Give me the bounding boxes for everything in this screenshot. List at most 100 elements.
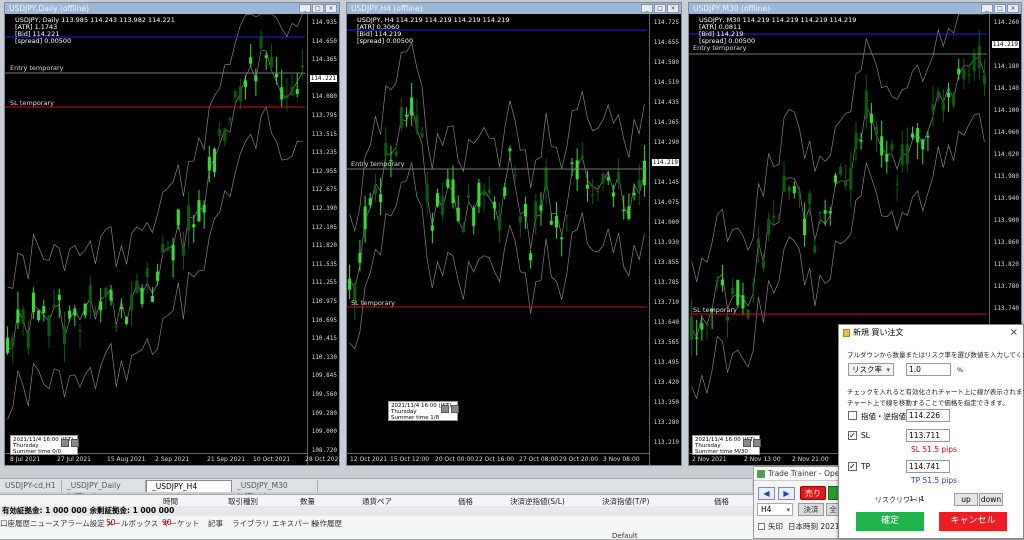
tab-alerts[interactable]: アラーム設定 [60, 518, 105, 529]
candle-body [259, 36, 263, 49]
tab-journal[interactable]: 操作履歴 [312, 518, 342, 529]
entry-line-label[interactable]: Entry temporary [10, 64, 64, 72]
sl-price-input[interactable] [906, 429, 950, 442]
candle-body [384, 142, 388, 157]
tab-usdjpy-m30[interactable]: _USDJPY_M30 (offline) [232, 480, 318, 501]
sell-button[interactable]: 売り [800, 486, 826, 500]
time-tick-label: 2 Sep 2021 [155, 456, 190, 463]
risk-value-input[interactable] [906, 363, 951, 376]
candle-body [295, 89, 299, 95]
candlestick-chart[interactable] [5, 14, 305, 454]
prev-bar-button[interactable] [441, 405, 449, 413]
risk-mode-select[interactable]: リスク率 [848, 363, 894, 376]
minimize-button[interactable]: _ [981, 4, 993, 13]
tp-price-input[interactable] [906, 460, 950, 473]
sl-line-label[interactable]: SL temporary [693, 306, 737, 314]
chart-plot-area[interactable] [5, 14, 339, 465]
next-arrow-button[interactable]: ▶ [778, 487, 795, 500]
close-button[interactable]: × [1007, 4, 1019, 13]
maximize-button[interactable]: □ [654, 4, 666, 13]
tab-articles[interactable]: 記事 [208, 518, 223, 529]
candle-body [977, 46, 981, 69]
candle-body [373, 187, 377, 194]
price-tick-label: 113.420 [653, 379, 679, 386]
limit-checkbox[interactable] [848, 411, 857, 420]
chart-window-titlebar[interactable]: USDJPY,M30 (offline) _ □ × [689, 3, 1021, 14]
close-icon[interactable]: × [1010, 325, 1018, 341]
candle-body [16, 309, 20, 323]
price-axis[interactable]: 114.725 114.655 114.580 114.510 114.435 114.3… [649, 14, 681, 465]
chart-window-daily[interactable]: USDJPY,Daily (offline) _ □ × USDJPY, Dai… [4, 2, 342, 466]
candle-body [394, 151, 398, 156]
dialog-note-1: チェックを入れると有効化されチャート上に線が表示されます。 [847, 388, 1024, 396]
candle-body [104, 287, 108, 298]
close-button[interactable]: × [325, 4, 337, 13]
prev-bar-button[interactable] [61, 439, 69, 447]
candle-body [83, 303, 87, 316]
chart-plot-area[interactable] [347, 14, 681, 465]
trade-trainer-panel: Trade Trainer - Operati ◀ ▶ 売り H4 決済 全 矢… [753, 466, 842, 539]
tp-pips-label: TP 51.5 pips [911, 476, 958, 485]
prev-arrow-button[interactable]: ◀ [758, 487, 775, 500]
chart-window-titlebar[interactable]: USDJPY,H4 (offline) _ □ × [347, 3, 681, 14]
candle-body [565, 214, 569, 217]
tab-usdjpy-h4[interactable]: _USDJPY_H4 (offline) [146, 480, 232, 502]
entry-line-label[interactable]: Entry temporary [351, 160, 405, 168]
tab-usdjpy-h1[interactable]: USDJPY-cd,H1 [0, 480, 62, 492]
time-axis[interactable]: 12 Oct 2021 15 Oct 12:00 20 Oct 00:00 22 Oc… [347, 453, 649, 465]
tab-news[interactable]: ニュース [30, 518, 60, 529]
price-tick-label: 113.780 [993, 283, 1019, 290]
terminal-app: USDJPY,Daily (offline) _ □ × USDJPY, Dai… [0, 0, 1024, 540]
next-bar-button[interactable] [753, 439, 761, 447]
maximize-button[interactable]: □ [312, 4, 324, 13]
minimize-button[interactable]: _ [299, 4, 311, 13]
candle-body [767, 219, 771, 235]
sl-pips-label: SL 51.5 pips [911, 445, 957, 454]
chart-window-h4[interactable]: USDJPY,H4 (offline) _ □ × USDJPY, H4 114… [346, 2, 682, 466]
up-button[interactable]: up [954, 493, 978, 506]
close-button[interactable]: × [667, 4, 679, 13]
dialog-titlebar[interactable]: 新規 買い注文 [839, 325, 1023, 341]
trade-trainer-titlebar[interactable]: Trade Trainer - Operati [754, 467, 838, 481]
tab-market[interactable]: マーケット 90 [162, 518, 200, 528]
minimize-button[interactable]: _ [641, 4, 653, 13]
time-tick-label: 27 Jul 2021 [57, 456, 91, 463]
candle-body [611, 192, 615, 197]
price-axis[interactable]: 114.935 114.650 114.365 114.221 114.080 113.7… [307, 14, 339, 465]
arrow-checkbox[interactable] [758, 523, 765, 530]
tab-account-history[interactable]: 口座履歴 [0, 518, 30, 529]
maximize-button[interactable]: □ [994, 4, 1006, 13]
entry-line-label[interactable]: Entry temporary [693, 44, 747, 52]
sl-label: SL [861, 431, 870, 440]
price-tick-label: 111.255 [311, 279, 337, 287]
price-tick-label: 111.820 [311, 242, 337, 250]
cancel-button[interactable]: キャンセル [939, 512, 1007, 531]
settle-button[interactable]: 決済 [798, 503, 824, 516]
candle-body [931, 104, 935, 112]
time-tick-label: 27 Oct 08:00 [519, 456, 559, 463]
limit-price-input[interactable] [906, 409, 950, 422]
tab-mailbox[interactable]: メールボックス 50 [106, 518, 158, 528]
tp-label: TP [861, 462, 871, 471]
tab-library[interactable]: ライブラリ [232, 518, 270, 529]
prev-bar-button[interactable] [743, 439, 751, 447]
sl-line-label[interactable]: SL temporary [351, 299, 395, 307]
tab-usdjpy-daily[interactable]: _USDJPY_Daily (offline) [62, 480, 146, 501]
next-bar-button[interactable] [451, 405, 459, 413]
candlestick-chart[interactable] [347, 14, 647, 454]
tp-checkbox[interactable]: ✓ [848, 462, 857, 471]
price-tick-label: 114.219 [991, 41, 1019, 48]
candle-body [854, 132, 858, 149]
sl-line-label[interactable]: SL temporary [10, 99, 54, 107]
limit-label: 指値・逆指値 [861, 412, 906, 421]
timeframe-select[interactable]: H4 [757, 503, 793, 516]
price-tick-label: 112.955 [311, 167, 337, 175]
chart-window-titlebar[interactable]: USDJPY,Daily (offline) _ □ × [5, 3, 339, 14]
confirm-button[interactable]: 確定 [856, 512, 924, 531]
bollinger-band [7, 49, 303, 350]
next-bar-button[interactable] [71, 439, 79, 447]
bollinger-band [349, 162, 645, 350]
sl-checkbox[interactable]: ✓ [848, 431, 857, 440]
down-button[interactable]: down [979, 493, 1003, 506]
tab-experts[interactable]: エキスパート [272, 518, 317, 529]
